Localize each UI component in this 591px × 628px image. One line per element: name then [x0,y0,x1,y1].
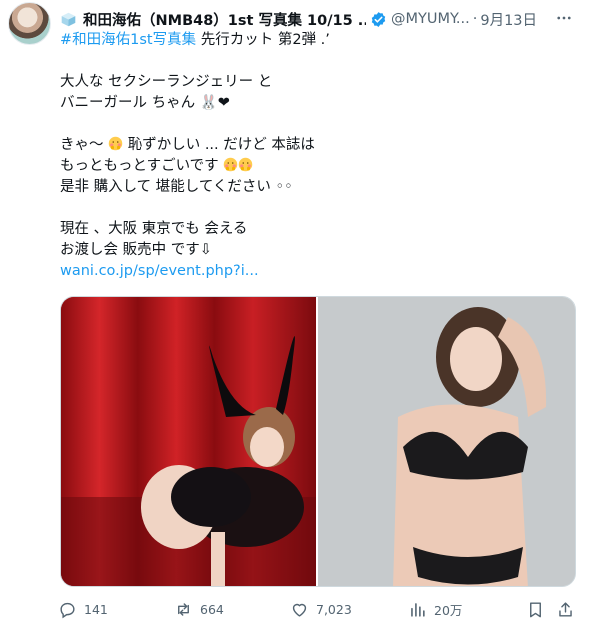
reply-button[interactable]: 141 [58,600,108,619]
shy-face-emoji-icon [108,136,123,151]
verified-badge-icon[interactable] [370,11,387,28]
views-button[interactable]: 20万 [408,600,462,619]
view-count: 20万 [434,602,463,618]
reply-icon [60,602,75,618]
like-count: 7,023 [316,601,352,617]
text-line: 大人な セクシーランジェリー と [60,74,273,90]
photo-bunny-girl[interactable] [61,297,316,586]
separator-dot: · [472,11,478,27]
text-line: wani.co.jp/sp/event.php?i... [60,261,575,282]
views-chart-icon [411,602,425,617]
text-line: #和田海佑1st写真集 先行カット 第2弾 .’ [60,32,330,48]
text-line: お渡し会 販売中 です⇩ [60,242,212,258]
handle[interactable]: @MYUMY... [391,11,470,27]
photo-bunny-girl-art [61,297,316,586]
tweet-text: #和田海佑1st写真集 先行カット 第2弾 .’ 大人な セクシーランジェリー … [60,30,575,282]
photo-lingerie[interactable] [318,297,575,586]
photo-lingerie-art [318,297,575,586]
text-line: もっともっとすごいです [60,156,575,177]
tweet-card[interactable]: 和田海佑（NMB48）1st 写真集 10/15 ... @MYUMY... ·… [0,0,591,628]
more-options-icon[interactable] [554,8,574,28]
heart-icon [292,603,307,617]
bookmark-icon [530,601,541,617]
text-line: きゃ〜 恥ずかしい ... だけど 本誌は [60,136,315,153]
media-grid [60,296,576,587]
share-icon [559,601,572,617]
post-date[interactable]: 9月13日 [480,9,537,30]
avatar[interactable] [8,2,51,45]
like-button[interactable]: 7,023 [290,600,352,619]
shy-face-emoji-icon [239,157,253,172]
shy-face-emoji-icon [224,157,238,172]
hashtag-link[interactable]: #和田海佑1st写真集 [60,32,196,48]
text-line: バニーガール ちゃん 🐰❤ [60,95,230,111]
reply-count: 141 [84,601,108,617]
tweet-header: 和田海佑（NMB48）1st 写真集 10/15 ... @MYUMY... ·… [60,8,580,30]
repost-count: 664 [200,601,224,617]
display-name[interactable]: 和田海佑（NMB48）1st 写真集 10/15 ... [83,9,366,30]
external-link[interactable]: wani.co.jp/sp/event.php?i... [60,263,259,279]
text-line: 現在 、大阪 東京でも 会える [60,221,248,237]
action-bar: 141 664 7,023 20万 [52,596,582,622]
text-line: 是非 購入して 堪能してください ◦◦ [60,179,293,195]
bookmark-button[interactable] [526,600,552,619]
repost-button[interactable]: 664 [174,600,224,619]
share-button[interactable] [556,600,582,619]
repost-icon [178,602,189,616]
ice-cube-icon [61,12,76,26]
